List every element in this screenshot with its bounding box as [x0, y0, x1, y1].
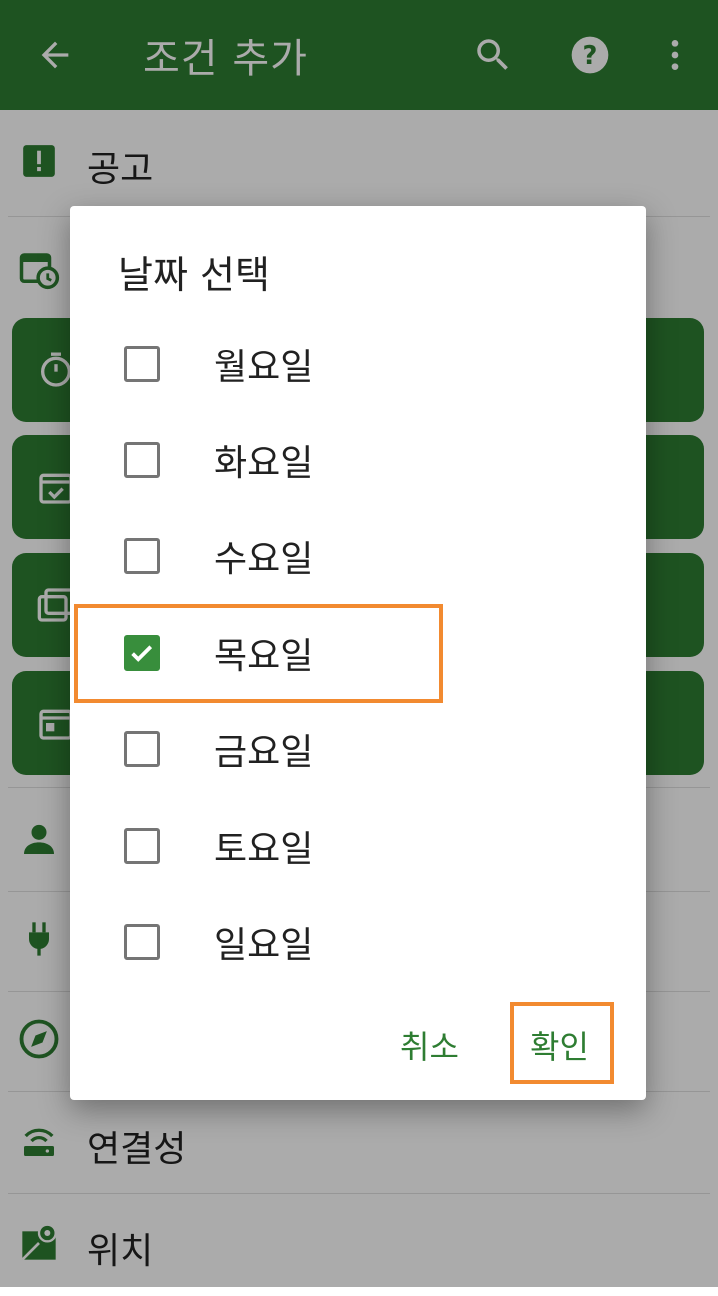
day-option-sunday[interactable]: 일요일 — [70, 894, 646, 990]
cancel-button[interactable]: 취소 — [400, 1022, 459, 1068]
day-option-monday[interactable]: 월요일 — [70, 316, 646, 412]
day-label: 토요일 — [214, 829, 314, 870]
checkbox[interactable] — [124, 924, 160, 960]
day-label: 수요일 — [214, 539, 314, 580]
day-option-friday[interactable]: 금요일 — [70, 701, 646, 797]
highlight-ok-button — [510, 1002, 614, 1084]
day-option-wednesday[interactable]: 수요일 — [70, 508, 646, 604]
checkbox[interactable] — [124, 828, 160, 864]
checkbox[interactable] — [124, 442, 160, 478]
day-label: 금요일 — [214, 732, 314, 773]
day-option-tuesday[interactable]: 화요일 — [70, 412, 646, 508]
checkbox[interactable] — [124, 731, 160, 767]
dialog-title: 날짜 선택 — [118, 253, 270, 297]
day-option-saturday[interactable]: 토요일 — [70, 798, 646, 894]
day-label: 화요일 — [214, 443, 314, 484]
checkbox[interactable] — [124, 346, 160, 382]
highlight-thursday-option — [74, 604, 443, 703]
day-label: 월요일 — [214, 347, 314, 388]
day-label: 일요일 — [214, 925, 314, 966]
checkbox[interactable] — [124, 538, 160, 574]
